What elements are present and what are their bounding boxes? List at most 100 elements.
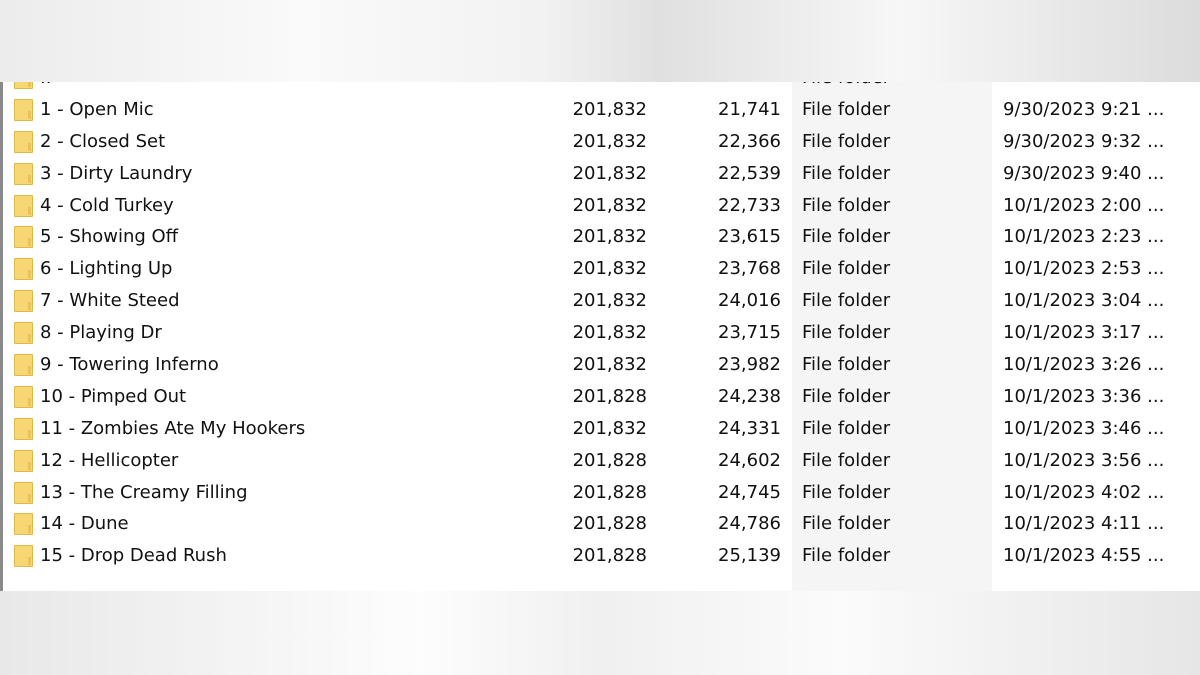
date-modified: 9/30/2023 9:32 ... xyxy=(1003,130,1165,152)
file-type: File folder xyxy=(802,449,891,471)
file-name: 5 - Showing Off xyxy=(40,226,179,248)
list-item[interactable]: 2 - Closed Set 201,832 22,366 File folder 9/… xyxy=(0,126,1200,158)
size-column-value: 201,832 xyxy=(572,354,647,376)
file-name: 3 - Dirty Laundry xyxy=(40,162,193,184)
date-modified: 10/1/2023 3:17 ... xyxy=(1003,322,1165,344)
file-type: File folder xyxy=(802,354,891,376)
file-name: 12 - Hellicopter xyxy=(40,449,179,471)
list-item[interactable]: 4 - Cold Turkey 201,832 22,733 File folder 1… xyxy=(0,190,1200,222)
file-name: 4 - Cold Turkey xyxy=(40,194,174,216)
size-column-value: 201,832 xyxy=(572,194,647,216)
folder-icon xyxy=(14,545,33,568)
list-item[interactable]: 14 - Dune 201,828 24,786 File folder 10/1/20… xyxy=(0,508,1200,540)
count-column-value: 22,733 xyxy=(718,194,781,216)
file-type: File folder xyxy=(802,194,891,216)
file-type: File folder xyxy=(802,258,891,280)
count-column-value: 23,715 xyxy=(718,322,781,344)
folder-icon xyxy=(14,98,33,121)
file-name: 9 - Towering Inferno xyxy=(40,354,219,376)
list-item[interactable]: 6 - Lighting Up 201,832 23,768 File folder 1… xyxy=(0,253,1200,285)
size-column-value: 201,828 xyxy=(572,449,647,471)
folder-icon xyxy=(14,354,33,377)
folder-icon xyxy=(14,513,33,536)
file-name: 2 - Closed Set xyxy=(40,130,166,152)
date-modified: 10/1/2023 4:11 ... xyxy=(1003,513,1165,535)
folder-icon xyxy=(14,258,33,281)
folder-icon xyxy=(14,322,33,345)
file-name: 10 - Pimped Out xyxy=(40,385,187,407)
count-column-value: 24,016 xyxy=(718,290,781,312)
file-type: File folder xyxy=(802,162,891,184)
size-column-value: 201,832 xyxy=(572,290,647,312)
file-name: 8 - Playing Dr xyxy=(40,322,162,344)
folder-icon xyxy=(14,290,33,313)
count-column-value: 24,331 xyxy=(718,417,781,439)
date-modified: 10/1/2023 3:56 ... xyxy=(1003,449,1165,471)
list-item[interactable]: 15 - Drop Dead Rush 201,828 25,139 File fol… xyxy=(0,540,1200,572)
date-modified: 10/1/2023 3:04 ... xyxy=(1003,290,1165,312)
file-name: 15 - Drop Dead Rush xyxy=(40,545,227,567)
file-type: File folder xyxy=(802,417,891,439)
count-column-value: 21,741 xyxy=(718,98,781,120)
date-modified: 10/1/2023 4:55 ... xyxy=(1003,545,1165,567)
folder-icon xyxy=(14,226,33,249)
file-name: 11 - Zombies Ate My Hookers xyxy=(40,417,306,439)
file-name: 14 - Dune xyxy=(40,513,129,535)
size-column-value: 201,828 xyxy=(572,481,647,503)
size-column-value: 201,832 xyxy=(572,98,647,120)
date-modified: 10/1/2023 3:36 ... xyxy=(1003,385,1165,407)
date-modified: 10/1/2023 3:46 ... xyxy=(1003,417,1165,439)
date-modified: 10/1/2023 2:00 ... xyxy=(1003,194,1165,216)
count-column-value: 24,602 xyxy=(718,449,781,471)
date-modified: 10/1/2023 2:53 ... xyxy=(1003,258,1165,280)
count-column-value: 23,768 xyxy=(718,258,781,280)
count-column-value: 24,745 xyxy=(718,481,781,503)
date-modified: 10/1/2023 2:23 ... xyxy=(1003,226,1165,248)
size-column-value: 201,828 xyxy=(572,513,647,535)
list-item[interactable]: 3 - Dirty Laundry 201,832 22,539 File folde… xyxy=(0,158,1200,190)
list-item[interactable]: 12 - Hellicopter 201,828 24,602 File folder… xyxy=(0,445,1200,477)
list-item[interactable]: 8 - Playing Dr 201,832 23,715 File folder 10… xyxy=(0,317,1200,349)
date-modified: 9/30/2023 9:21 ... xyxy=(1003,98,1165,120)
date-modified: 10/1/2023 4:02 ... xyxy=(1003,481,1165,503)
file-type: File folder xyxy=(802,481,891,503)
file-name: 1 - Open Mic xyxy=(40,98,154,120)
file-type: File folder xyxy=(802,322,891,344)
list-item[interactable]: 5 - Showing Off 201,832 23,615 File folder 1… xyxy=(0,221,1200,253)
count-column-value: 22,539 xyxy=(718,162,781,184)
list-item[interactable]: 11 - Zombies Ate My Hookers 201,832 24,331… xyxy=(0,413,1200,445)
file-name: 13 - The Creamy Filling xyxy=(40,481,248,503)
size-column-value: 201,832 xyxy=(572,258,647,280)
count-column-value: 23,982 xyxy=(718,354,781,376)
size-column-value: 201,832 xyxy=(572,162,647,184)
folder-icon xyxy=(14,417,33,440)
count-column-value: 24,786 xyxy=(718,513,781,535)
size-column-value: 201,832 xyxy=(572,322,647,344)
list-item[interactable]: 7 - White Steed 201,832 24,016 File folder 1… xyxy=(0,285,1200,317)
size-column-value: 201,832 xyxy=(572,130,647,152)
folder-icon xyxy=(14,449,33,472)
file-type: File folder xyxy=(802,98,891,120)
file-type: File folder xyxy=(802,290,891,312)
file-type: File folder xyxy=(802,130,891,152)
size-column-value: 201,832 xyxy=(572,417,647,439)
count-column-value: 22,366 xyxy=(718,130,781,152)
size-column-value: 201,828 xyxy=(572,385,647,407)
count-column-value: 24,238 xyxy=(718,385,781,407)
count-column-value: 25,139 xyxy=(718,545,781,567)
folder-icon xyxy=(14,130,33,153)
date-modified: 9/30/2023 9:40 ... xyxy=(1003,162,1165,184)
folder-icon xyxy=(14,385,33,408)
list-item[interactable]: 10 - Pimped Out 201,828 24,238 File folder 1… xyxy=(0,381,1200,413)
list-item[interactable]: 13 - The Creamy Filling 201,828 24,745 File… xyxy=(0,477,1200,509)
list-item[interactable]: 9 - Towering Inferno 201,832 23,982 File fo… xyxy=(0,349,1200,381)
folder-icon xyxy=(14,194,33,217)
blurred-top-area xyxy=(0,0,1200,82)
folder-icon xyxy=(14,162,33,185)
list-item[interactable]: 1 - Open Mic 201,832 21,741 File folder 9/30… xyxy=(0,94,1200,126)
file-list: .. File folder 1 - Open Mic201,83221,741… xyxy=(0,62,1200,572)
date-modified: 10/1/2023 3:26 ... xyxy=(1003,354,1165,376)
blurred-bottom-area xyxy=(0,591,1200,675)
file-name: 6 - Lighting Up xyxy=(40,258,173,280)
size-column-value: 201,832 xyxy=(572,226,647,248)
